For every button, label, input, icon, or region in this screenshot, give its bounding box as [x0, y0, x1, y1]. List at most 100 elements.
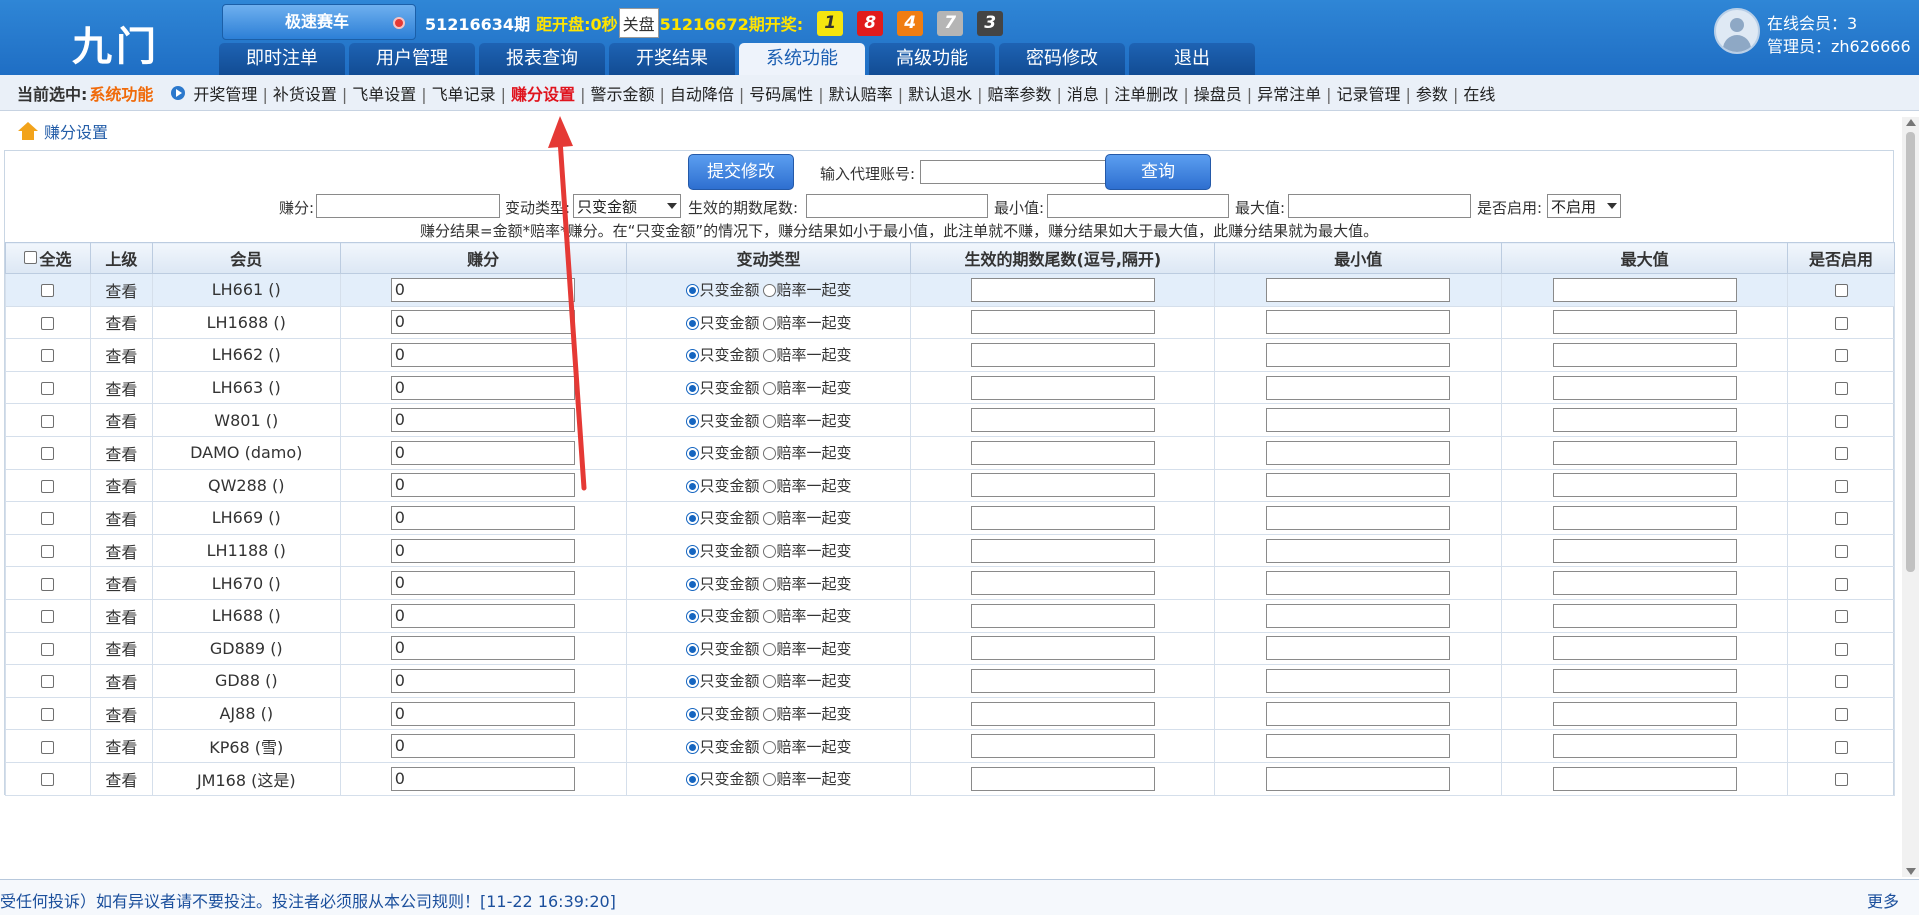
radio-odds-change[interactable] [762, 447, 776, 461]
radio-amount-only[interactable] [685, 512, 699, 526]
more-link[interactable]: 更多 [1867, 888, 1899, 912]
row-score-input[interactable]: 0 [390, 408, 575, 433]
sub-nav-item[interactable]: 自动降倍 [670, 85, 734, 104]
row-min-input[interactable] [1266, 636, 1451, 661]
row-enable-checkbox[interactable] [1834, 610, 1848, 624]
view-link[interactable]: 查看 [105, 640, 137, 659]
row-min-input[interactable] [1266, 603, 1451, 628]
row-checkbox[interactable] [41, 512, 55, 526]
row-score-input[interactable]: 0 [390, 766, 575, 791]
row-enable-checkbox[interactable] [1834, 382, 1848, 396]
view-link[interactable]: 查看 [105, 706, 137, 725]
view-link[interactable]: 查看 [105, 673, 137, 692]
row-score-input[interactable]: 0 [390, 375, 575, 400]
radio-odds-change[interactable] [762, 773, 776, 787]
row-checkbox[interactable] [41, 414, 55, 428]
row-score-input[interactable]: 0 [390, 636, 575, 661]
view-link[interactable]: 查看 [105, 477, 137, 496]
row-checkbox[interactable] [41, 382, 55, 396]
row-score-input[interactable]: 0 [390, 505, 575, 530]
row-tail-input[interactable] [970, 701, 1155, 726]
radio-amount-only[interactable] [685, 610, 699, 624]
radio-amount-only[interactable] [685, 316, 699, 330]
row-min-input[interactable] [1266, 571, 1451, 596]
row-enable-checkbox[interactable] [1834, 708, 1848, 722]
sub-nav-item[interactable]: 记录管理 [1337, 85, 1401, 104]
radio-odds-change[interactable] [762, 545, 776, 559]
row-score-input[interactable]: 0 [390, 701, 575, 726]
column-header[interactable]: 全选 [5, 242, 91, 274]
view-link[interactable]: 查看 [105, 282, 137, 301]
sub-nav-item[interactable]: 赚分设置 [511, 85, 575, 104]
row-enable-checkbox[interactable] [1834, 284, 1848, 298]
row-min-input[interactable] [1266, 505, 1451, 530]
sub-nav-item[interactable]: 飞单设置 [352, 85, 416, 104]
row-min-input[interactable] [1266, 701, 1451, 726]
row-min-input[interactable] [1266, 310, 1451, 335]
row-enable-checkbox[interactable] [1834, 773, 1848, 787]
row-score-input[interactable]: 0 [390, 310, 575, 335]
row-enable-checkbox[interactable] [1834, 512, 1848, 526]
row-checkbox[interactable] [41, 316, 55, 330]
radio-odds-change[interactable] [762, 740, 776, 754]
row-tail-input[interactable] [970, 277, 1155, 302]
view-link[interactable]: 查看 [105, 771, 137, 790]
row-max-input[interactable] [1552, 734, 1737, 759]
radio-odds-change[interactable] [762, 642, 776, 656]
row-enable-checkbox[interactable] [1834, 675, 1848, 689]
row-min-input[interactable] [1266, 342, 1451, 367]
enable-select[interactable]: 不启用 [1547, 194, 1621, 218]
score-input[interactable] [316, 194, 500, 218]
radio-amount-only[interactable] [685, 447, 699, 461]
home-icon[interactable] [18, 122, 38, 140]
view-link[interactable]: 查看 [105, 314, 137, 333]
row-enable-checkbox[interactable] [1834, 349, 1848, 363]
nav-tab[interactable]: 报表查询 [479, 43, 605, 75]
nav-tab[interactable]: 开奖结果 [609, 43, 735, 75]
radio-amount-only[interactable] [685, 773, 699, 787]
radio-odds-change[interactable] [762, 512, 776, 526]
row-max-input[interactable] [1552, 505, 1737, 530]
view-link[interactable]: 查看 [105, 575, 137, 594]
row-max-input[interactable] [1552, 473, 1737, 498]
row-enable-checkbox[interactable] [1834, 577, 1848, 591]
view-link[interactable]: 查看 [105, 608, 137, 627]
row-tail-input[interactable] [970, 734, 1155, 759]
row-tail-input[interactable] [970, 440, 1155, 465]
row-tail-input[interactable] [970, 505, 1155, 530]
row-tail-input[interactable] [970, 636, 1155, 661]
sub-nav-item[interactable]: 飞单记录 [432, 85, 496, 104]
query-button[interactable]: 查询 [1105, 154, 1211, 190]
radio-odds-change[interactable] [762, 610, 776, 624]
view-link[interactable]: 查看 [105, 347, 137, 366]
view-link[interactable]: 查看 [105, 412, 137, 431]
radio-amount-only[interactable] [685, 382, 699, 396]
row-enable-checkbox[interactable] [1834, 479, 1848, 493]
row-max-input[interactable] [1552, 571, 1737, 596]
select-all-checkbox[interactable] [24, 251, 38, 264]
radio-odds-change[interactable] [762, 382, 776, 396]
row-enable-checkbox[interactable] [1834, 545, 1848, 559]
row-checkbox[interactable] [41, 545, 55, 559]
radio-amount-only[interactable] [685, 740, 699, 754]
row-checkbox[interactable] [41, 740, 55, 754]
radio-amount-only[interactable] [685, 675, 699, 689]
radio-amount-only[interactable] [685, 642, 699, 656]
row-tail-input[interactable] [970, 375, 1155, 400]
row-score-input[interactable]: 0 [390, 473, 575, 498]
row-max-input[interactable] [1552, 408, 1737, 433]
row-score-input[interactable]: 0 [390, 277, 575, 302]
row-min-input[interactable] [1266, 473, 1451, 498]
row-min-input[interactable] [1266, 766, 1451, 791]
row-min-input[interactable] [1266, 408, 1451, 433]
sub-nav-item[interactable]: 警示金额 [590, 85, 654, 104]
row-score-input[interactable]: 0 [390, 603, 575, 628]
row-checkbox[interactable] [41, 773, 55, 787]
row-min-input[interactable] [1266, 538, 1451, 563]
scrollbar[interactable] [1902, 117, 1919, 877]
radio-amount-only[interactable] [685, 577, 699, 591]
radio-odds-change[interactable] [762, 414, 776, 428]
nav-tab[interactable]: 高级功能 [869, 43, 995, 75]
row-min-input[interactable] [1266, 668, 1451, 693]
min-input[interactable] [1047, 194, 1229, 218]
